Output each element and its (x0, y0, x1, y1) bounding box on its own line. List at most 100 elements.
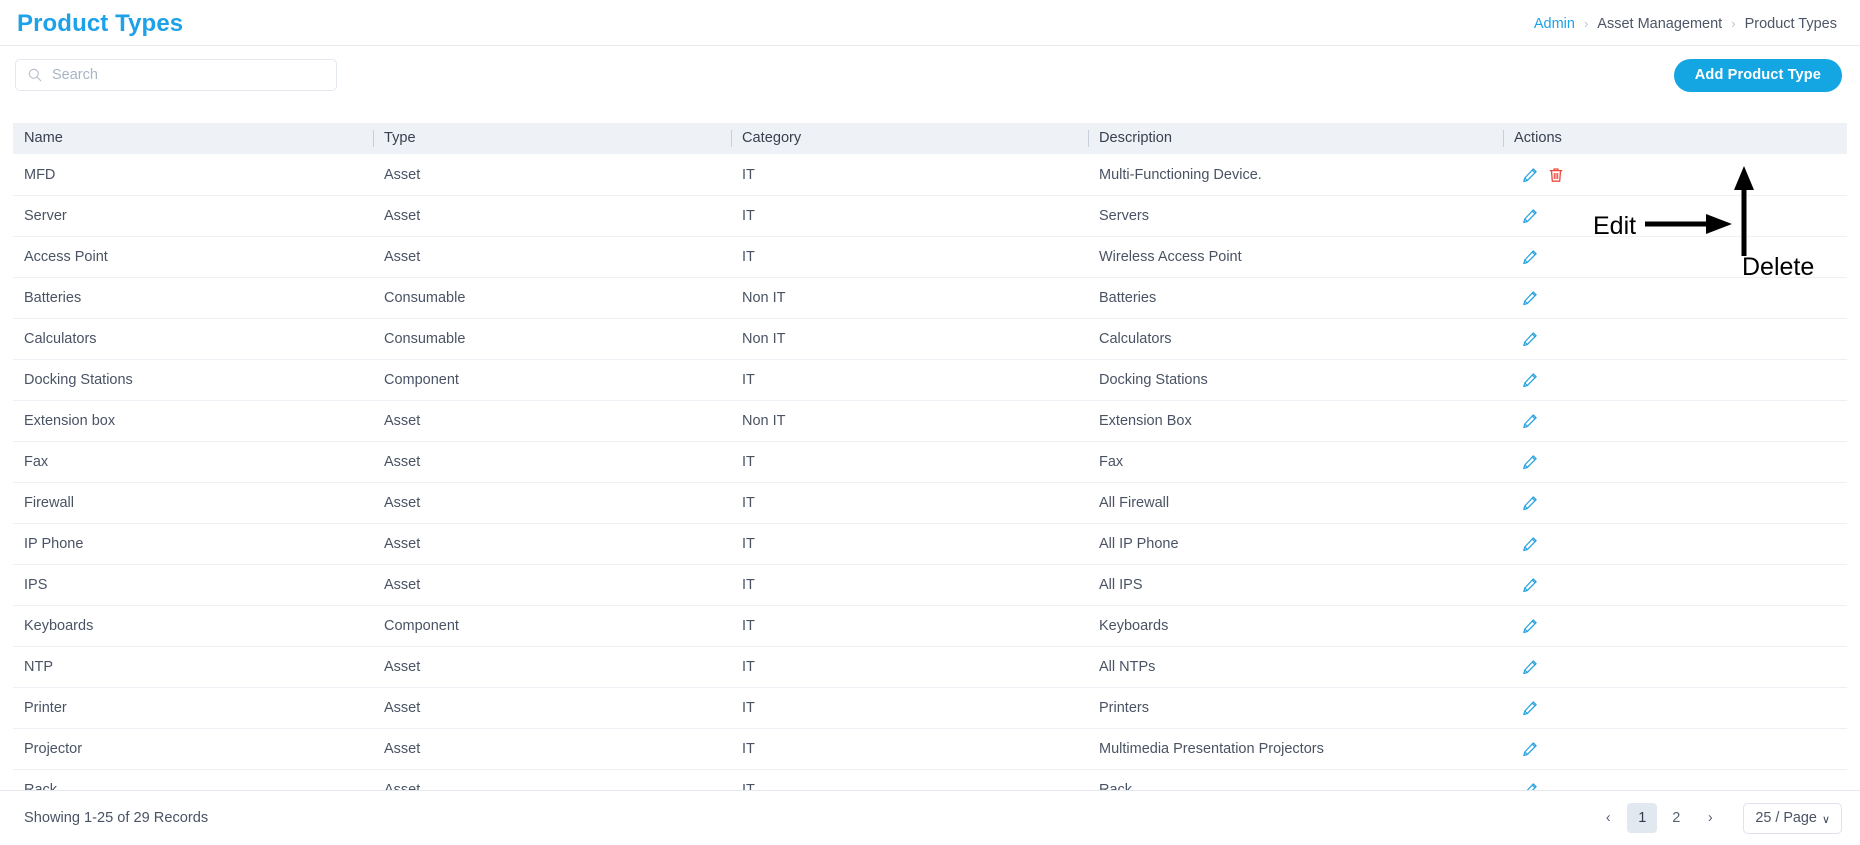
edit-row-icon[interactable] (1521, 289, 1538, 306)
cell-type: Consumable (373, 318, 731, 360)
cell-description: All IPS (1088, 564, 1503, 606)
breadcrumb-item-admin[interactable]: Admin (1534, 16, 1575, 32)
cell-actions (1503, 236, 1847, 278)
cell-name: Server (13, 195, 373, 237)
cell-actions (1503, 359, 1847, 401)
table-row[interactable]: NTP Asset IT All NTPs (13, 646, 1847, 688)
cell-category: IT (731, 195, 1088, 237)
action-icon-group (1514, 535, 1847, 552)
pagination-page-1[interactable]: 1 (1627, 803, 1658, 833)
cell-description: Batteries (1088, 277, 1503, 319)
pagination-page-2[interactable]: 2 (1661, 803, 1691, 833)
cell-name: Printer (13, 687, 373, 729)
edit-row-icon[interactable] (1521, 453, 1538, 470)
edit-row-icon[interactable] (1521, 207, 1538, 224)
edit-row-icon[interactable] (1521, 494, 1538, 511)
table-row[interactable]: Printer Asset IT Printers (13, 687, 1847, 729)
cell-name: Fax (13, 441, 373, 483)
edit-row-icon[interactable] (1521, 740, 1538, 757)
cell-category: IT (731, 441, 1088, 483)
cell-type: Asset (373, 482, 731, 524)
edit-row-icon[interactable] (1521, 248, 1538, 265)
edit-row-icon[interactable] (1521, 699, 1538, 716)
table-row[interactable]: Firewall Asset IT All Firewall (13, 482, 1847, 524)
cell-category: IT (731, 153, 1088, 196)
table-row[interactable]: Extension box Asset Non IT Extension Box (13, 400, 1847, 442)
table-row[interactable]: Server Asset IT Servers (13, 195, 1847, 237)
edit-row-icon[interactable] (1521, 330, 1538, 347)
pagination-next-button[interactable]: › (1695, 803, 1725, 833)
table-row[interactable]: Rack Asset IT Rack (13, 769, 1847, 790)
delete-row-icon[interactable] (1547, 166, 1564, 183)
column-header-category[interactable]: Category (731, 123, 1088, 154)
cell-actions (1503, 605, 1847, 647)
cell-name: IP Phone (13, 523, 373, 565)
page-size-selector[interactable]: 25 / Page ∨ (1743, 802, 1842, 834)
table-row[interactable]: Batteries Consumable Non IT Batteries (13, 277, 1847, 319)
table-row[interactable]: Fax Asset IT Fax (13, 441, 1847, 483)
cell-name: Rack (13, 769, 373, 790)
action-icon-group (1514, 248, 1847, 265)
cell-description: All NTPs (1088, 646, 1503, 688)
action-icon-group (1514, 781, 1847, 790)
cell-category: IT (731, 769, 1088, 790)
cell-category: IT (731, 482, 1088, 524)
cell-description: Printers (1088, 687, 1503, 729)
app-header: Product Types Admin › Asset Management ›… (0, 3, 1860, 46)
cell-type: Consumable (373, 277, 731, 319)
cell-category: IT (731, 646, 1088, 688)
edit-row-icon[interactable] (1521, 617, 1538, 634)
edit-row-icon[interactable] (1521, 166, 1538, 183)
column-header-name[interactable]: Name (13, 123, 373, 154)
edit-row-icon[interactable] (1521, 535, 1538, 552)
action-icon-group (1514, 617, 1847, 634)
column-header-type[interactable]: Type (373, 123, 731, 154)
edit-row-icon[interactable] (1521, 781, 1538, 790)
edit-row-icon[interactable] (1521, 576, 1538, 593)
cell-category: Non IT (731, 400, 1088, 442)
cell-name: Batteries (13, 277, 373, 319)
cell-description: All IP Phone (1088, 523, 1503, 565)
cell-actions (1503, 277, 1847, 319)
cell-category: IT (731, 687, 1088, 729)
breadcrumb-item-asset-management[interactable]: Asset Management (1597, 16, 1722, 32)
toolbar: Add Product Type (0, 47, 1860, 103)
table-row[interactable]: MFD Asset IT Multi-Functioning Device. (13, 153, 1847, 196)
column-header-description[interactable]: Description (1088, 123, 1503, 154)
cell-name: NTP (13, 646, 373, 688)
table-row[interactable]: Keyboards Component IT Keyboards (13, 605, 1847, 647)
pagination-prev-button[interactable]: ‹ (1593, 803, 1623, 833)
edit-row-icon[interactable] (1521, 412, 1538, 429)
column-header-actions: Actions (1503, 123, 1847, 154)
table-row[interactable]: Docking Stations Component IT Docking Stati… (13, 359, 1847, 401)
action-icon-group (1514, 207, 1847, 224)
action-icon-group (1514, 453, 1847, 470)
record-count-label: Showing 1-25 of 29 Records (24, 810, 209, 826)
edit-row-icon[interactable] (1521, 658, 1538, 675)
cell-type: Asset (373, 400, 731, 442)
cell-type: Asset (373, 195, 731, 237)
cell-category: Non IT (731, 277, 1088, 319)
cell-description: Fax (1088, 441, 1503, 483)
table-row[interactable]: Projector Asset IT Multimedia Presentation … (13, 728, 1847, 770)
chevron-right-icon: › (1583, 15, 1589, 31)
cell-actions (1503, 646, 1847, 688)
edit-row-icon[interactable] (1521, 371, 1538, 388)
table-row[interactable]: IP Phone Asset IT All IP Phone (13, 523, 1847, 565)
cell-type: Asset (373, 441, 731, 483)
action-icon-group (1514, 699, 1847, 716)
add-product-type-button[interactable]: Add Product Type (1673, 58, 1842, 92)
table-row[interactable]: Calculators Consumable Non IT Calculators (13, 318, 1847, 360)
cell-type: Asset (373, 236, 731, 278)
table-row[interactable]: IPS Asset IT All IPS (13, 564, 1847, 606)
cell-description: Extension Box (1088, 400, 1503, 442)
action-icon-group (1514, 330, 1847, 347)
product-types-table: Name Type Category Description Actions M… (13, 123, 1847, 790)
table-row[interactable]: Access Point Asset IT Wireless Access Point (13, 236, 1847, 278)
cell-actions (1503, 195, 1847, 237)
cell-name: Projector (13, 728, 373, 770)
cell-category: IT (731, 236, 1088, 278)
cell-type: Asset (373, 728, 731, 770)
cell-actions (1503, 482, 1847, 524)
search-input[interactable] (15, 59, 337, 91)
